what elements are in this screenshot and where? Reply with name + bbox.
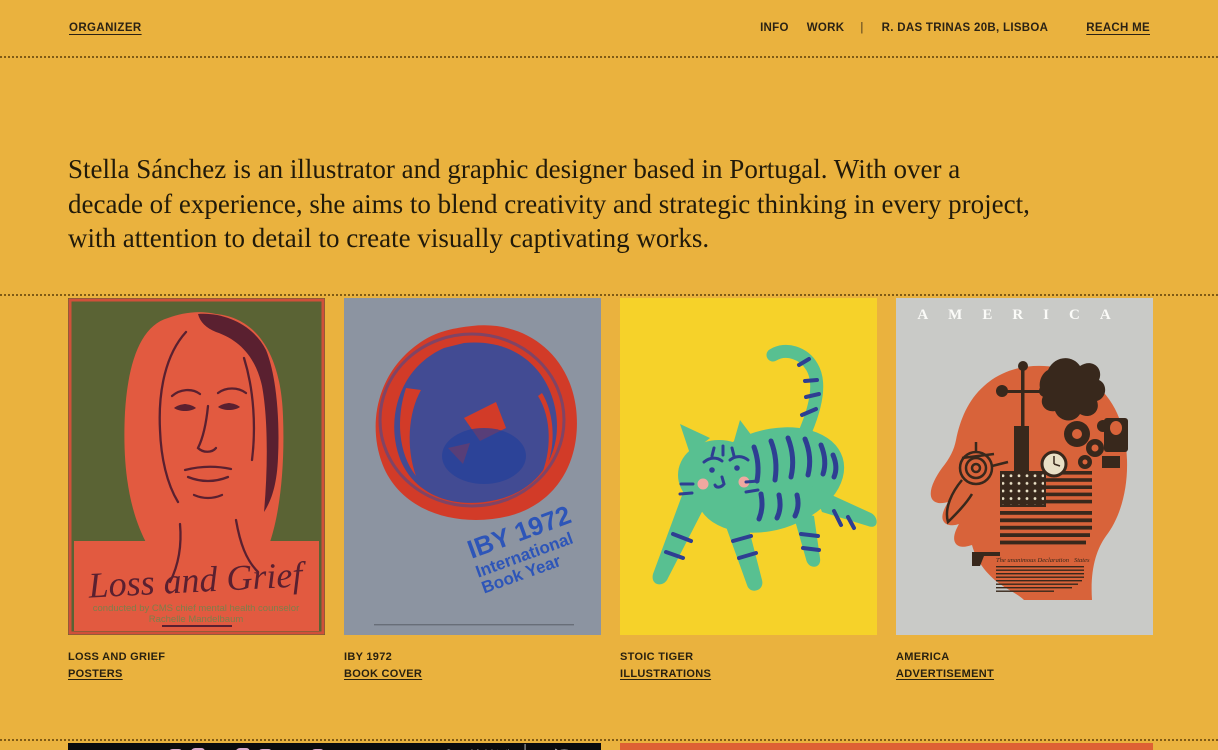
reach-me-link[interactable]: REACH ME <box>1086 22 1150 34</box>
project-title: IBY 1972 <box>344 650 601 664</box>
intro-line: Stella Sánchez is an illustrator and gra… <box>68 152 1158 187</box>
project-caption: LOSS AND GRIEF POSTERS <box>68 650 325 682</box>
nav-item-work[interactable]: WORK <box>807 22 845 34</box>
poster-credit-line: conducted by CMS chief mental health cou… <box>93 603 299 614</box>
project-category-link[interactable]: ADVERTISEMENT <box>896 667 994 681</box>
project-card-america[interactable]: AMERICA <box>896 298 1153 682</box>
intro-line: with attention to detail to create visua… <box>68 221 1158 256</box>
top-bar: ORGANIZER INFO WORK | R. DAS TRINAS 20B,… <box>0 0 1218 58</box>
nav-divider: | <box>860 22 863 34</box>
work-grid-row-1: Loss and Grief conducted by CMS chief me… <box>0 294 1218 739</box>
project-category-link[interactable]: ILLUSTRATIONS <box>620 667 711 681</box>
project-card-orange-poster[interactable] <box>620 743 1153 750</box>
poster-image-nasa[interactable]: Space Administration <box>68 743 601 750</box>
project-caption: STOIC TIGER ILLUSTRATIONS <box>620 650 877 682</box>
project-title: LOSS AND GRIEF <box>68 650 325 664</box>
project-card-stoic-tiger[interactable]: STOIC TIGER ILLUSTRATIONS <box>620 298 877 682</box>
project-category-link[interactable]: BOOK COVER <box>344 667 422 681</box>
work-grid-row-2: Space Administration <box>0 739 1218 750</box>
project-card-loss-and-grief[interactable]: Loss and Grief conducted by CMS chief me… <box>68 298 325 682</box>
declaration-states: States <box>1074 557 1090 564</box>
project-card-iby-1972[interactable]: IBY 1972 International Book Year IBY 197… <box>344 298 601 682</box>
project-caption: AMERICA ADVERTISEMENT <box>896 650 1153 682</box>
poster-image-iby-1972[interactable]: IBY 1972 International Book Year <box>344 298 601 635</box>
intro-section: Stella Sánchez is an illustrator and gra… <box>0 58 1218 294</box>
poster-image-orange[interactable] <box>620 743 1153 750</box>
intro-line: decade of experience, she aims to blend … <box>68 187 1158 222</box>
nav-item-info[interactable]: INFO <box>760 22 789 34</box>
america-title-text: AMERICA <box>917 307 1130 323</box>
poster-image-stoic-tiger[interactable] <box>620 298 877 635</box>
declaration-heading: The unanimous Declaration <box>996 557 1069 564</box>
project-title: STOIC TIGER <box>620 650 877 664</box>
project-title: AMERICA <box>896 650 1153 664</box>
address-text: R. DAS TRINAS 20B, LISBOA <box>882 22 1049 34</box>
poster-image-loss-and-grief[interactable]: Loss and Grief conducted by CMS chief me… <box>68 298 325 635</box>
poster-image-america[interactable]: AMERICA <box>896 298 1153 635</box>
project-card-nasa-poster[interactable]: Space Administration <box>68 743 601 750</box>
top-nav: INFO WORK | R. DAS TRINAS 20B, LISBOA RE… <box>760 22 1150 34</box>
project-category-link[interactable]: POSTERS <box>68 667 123 681</box>
project-caption: IBY 1972 BOOK COVER <box>344 650 601 682</box>
poster-credit-line: Rachelle Mandelbaum <box>149 614 244 625</box>
logo-link[interactable]: ORGANIZER <box>69 22 142 34</box>
